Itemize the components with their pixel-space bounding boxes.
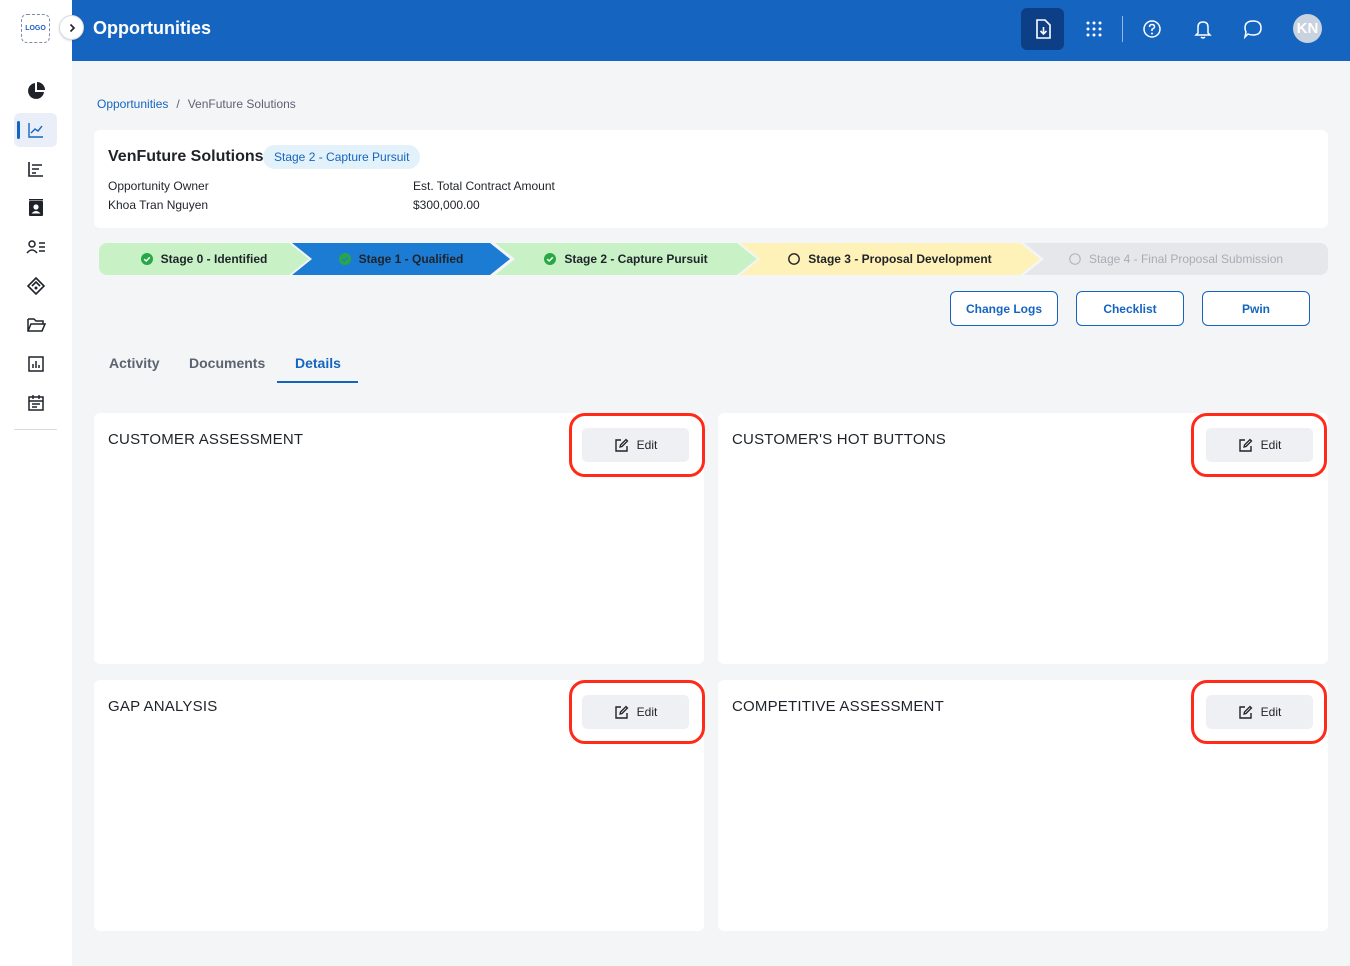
user-list-icon: [25, 240, 45, 254]
nav-item-contacts[interactable]: [14, 191, 57, 225]
change-logs-button[interactable]: Change Logs: [950, 291, 1058, 326]
edit-button[interactable]: Edit: [582, 428, 689, 462]
edit-icon: [1238, 705, 1253, 719]
tab-details[interactable]: Details: [295, 355, 341, 371]
download-button[interactable]: [1021, 8, 1064, 50]
sidebar: LOGO: [0, 0, 72, 966]
owner-label: Opportunity Owner: [108, 179, 209, 193]
owner-value: Khoa Tran Nguyen: [108, 198, 209, 212]
tab-documents[interactable]: Documents: [189, 355, 265, 371]
tab-activity[interactable]: Activity: [109, 355, 160, 371]
stage-label: Stage 3 - Proposal Development: [808, 252, 992, 266]
handshake-icon: [26, 276, 45, 296]
section-title: GAP ANALYSIS: [108, 698, 218, 715]
section-title: COMPETITIVE ASSESSMENT: [732, 698, 944, 715]
header-separator: [1122, 16, 1123, 42]
stage-badge: Stage 2 - Capture Pursuit: [263, 145, 421, 169]
help-icon: [1142, 20, 1161, 38]
stage-4[interactable]: Stage 4 - Final Proposal Submission: [1024, 243, 1328, 275]
pie-chart-icon: [27, 82, 45, 99]
breadcrumb-separator: /: [176, 97, 180, 111]
calendar-icon: [27, 395, 44, 411]
nav-item-funnel[interactable]: [14, 152, 57, 186]
nav-item-opportunities[interactable]: [14, 113, 57, 147]
bar-report-icon: [27, 356, 44, 372]
funnel-chart-icon: [27, 162, 43, 177]
apps-grid-icon: [1086, 21, 1101, 37]
edit-label: Edit: [636, 705, 658, 719]
stage-label: Stage 0 - Identified: [160, 252, 268, 266]
logo-text: LOGO: [25, 25, 46, 32]
edit-button[interactable]: Edit: [582, 695, 689, 729]
stage-progress-bar: Stage 0 - Identified Stage 1 - Qualified…: [99, 243, 1328, 275]
nav-item-files[interactable]: [14, 308, 57, 342]
check-circle-icon: [140, 253, 153, 265]
chevron-right-icon: [69, 23, 75, 32]
nav-item-deals[interactable]: [14, 269, 57, 303]
open-circle-icon: [1069, 253, 1081, 265]
stage-label: Stage 4 - Final Proposal Submission: [1088, 252, 1284, 266]
user-avatar[interactable]: KN: [1293, 14, 1322, 43]
stage-label: Stage 1 - Qualified: [358, 252, 464, 266]
stage-2[interactable]: Stage 2 - Capture Pursuit: [495, 243, 757, 275]
check-circle-icon: [544, 253, 557, 265]
nav-item-users[interactable]: [14, 230, 57, 264]
checklist-button[interactable]: Checklist: [1076, 291, 1184, 326]
stage-3[interactable]: Stage 3 - Proposal Development: [740, 243, 1040, 275]
breadcrumb-current: VenFuture Solutions: [187, 97, 296, 111]
edit-icon: [614, 705, 629, 719]
competitive-assessment-card: COMPETITIVE ASSESSMENT Edit: [718, 680, 1328, 931]
chat-button[interactable]: [1231, 8, 1274, 50]
section-title: CUSTOMER ASSESSMENT: [108, 431, 304, 448]
edit-icon: [614, 438, 629, 452]
folder-open-icon: [26, 318, 46, 332]
nav-item-reports[interactable]: [14, 347, 57, 381]
notifications-button[interactable]: [1181, 8, 1224, 50]
edit-label: Edit: [1260, 438, 1282, 452]
breadcrumb-root-link[interactable]: Opportunities: [97, 97, 168, 111]
nav-item-dashboard[interactable]: [14, 74, 57, 108]
sidebar-divider: [14, 429, 57, 430]
customer-hot-buttons-card: CUSTOMER'S HOT BUTTONS Edit: [718, 413, 1328, 664]
opportunity-name: VenFuture Solutions: [108, 148, 264, 165]
amount-value: $300,000.00: [413, 198, 480, 212]
contact-card-icon: [28, 199, 43, 216]
top-header: Opportunities KN: [72, 0, 1350, 61]
stage-1[interactable]: Stage 1 - Qualified: [292, 243, 510, 275]
help-button[interactable]: [1130, 8, 1173, 50]
customer-assessment-card: CUSTOMER ASSESSMENT Edit: [94, 413, 704, 664]
edit-label: Edit: [636, 438, 658, 452]
sidebar-expand-button[interactable]: [59, 15, 84, 40]
breadcrumb: Opportunities / VenFuture Solutions: [97, 97, 296, 111]
apps-button[interactable]: [1072, 8, 1115, 50]
stage-label: Stage 2 - Capture Pursuit: [564, 252, 708, 266]
amount-label: Est. Total Contract Amount: [413, 179, 555, 193]
app-logo[interactable]: LOGO: [21, 14, 50, 43]
stage-0[interactable]: Stage 0 - Identified: [99, 243, 309, 275]
download-doc-icon: [1035, 19, 1051, 39]
edit-button[interactable]: Edit: [1206, 695, 1313, 729]
page-title: Opportunities: [93, 18, 211, 38]
edit-button[interactable]: Edit: [1206, 428, 1313, 462]
pwin-button[interactable]: Pwin: [1202, 291, 1310, 326]
active-tab-indicator: [277, 381, 358, 383]
bell-icon: [1193, 21, 1212, 39]
open-circle-icon: [788, 253, 801, 265]
section-title: CUSTOMER'S HOT BUTTONS: [732, 431, 946, 448]
edit-icon: [1238, 438, 1253, 452]
edit-label: Edit: [1260, 705, 1282, 719]
trend-chart-icon: [27, 123, 43, 138]
opportunity-info-card: VenFuture Solutions Stage 2 - Capture Pu…: [94, 130, 1328, 228]
chat-icon: [1243, 20, 1262, 39]
check-circle-icon: [338, 253, 351, 265]
nav-item-calendar[interactable]: [14, 386, 57, 420]
gap-analysis-card: GAP ANALYSIS Edit: [94, 680, 704, 931]
